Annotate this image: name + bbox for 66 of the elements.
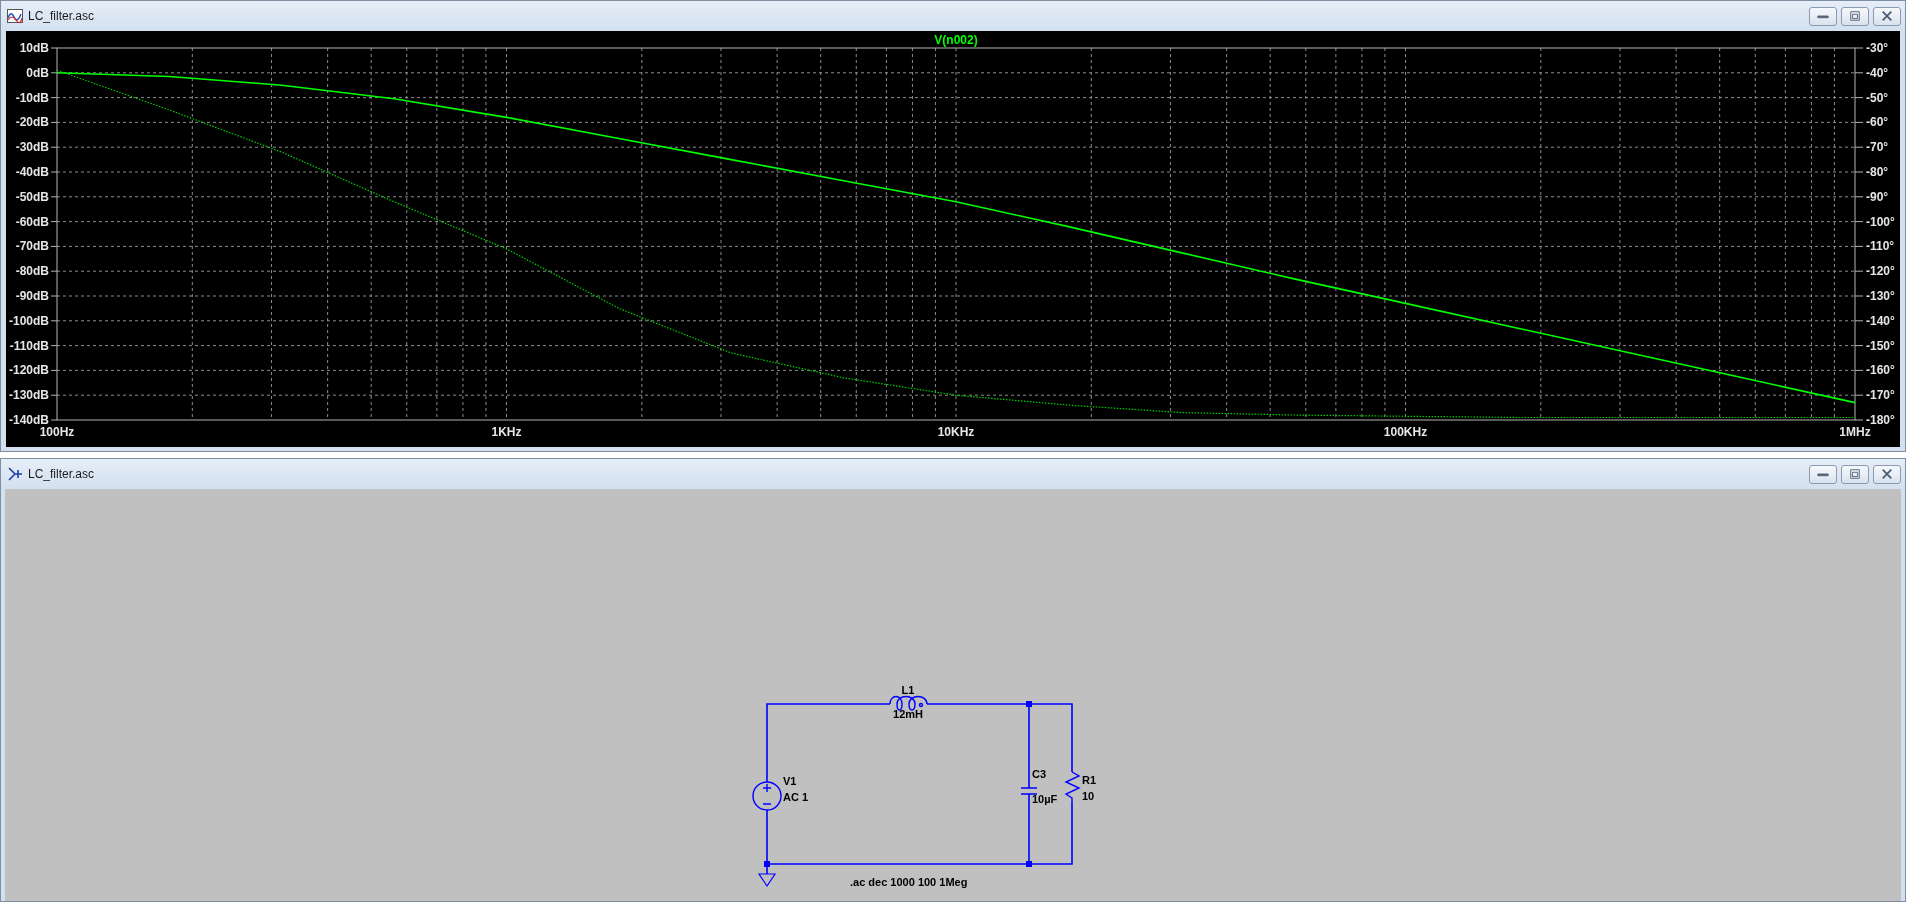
minimize-button[interactable] xyxy=(1809,6,1837,26)
y-axis-label: -50dB xyxy=(15,189,49,204)
component-name: R1 xyxy=(1082,774,1097,786)
y-axis-label: -130dB xyxy=(9,388,49,403)
spice-directive: .ac dec 1000 100 1Meg xyxy=(850,876,968,888)
phase-axis-label: -160° xyxy=(1866,363,1895,378)
y-axis-label: -80dB xyxy=(15,264,49,279)
trace-label: V(n002) xyxy=(934,33,978,47)
restore-icon xyxy=(1848,468,1862,480)
y-axis-label: -90dB xyxy=(15,289,49,303)
phase-axis-label: -70° xyxy=(1866,140,1889,155)
phase-axis-label: -60° xyxy=(1866,115,1889,130)
y-axis-label: -100dB xyxy=(9,313,49,328)
phase-axis-label: -80° xyxy=(1866,165,1889,179)
y-axis-label: -120dB xyxy=(9,363,49,378)
x-axis-label: 100Hz xyxy=(39,425,75,439)
window-title: LC_filter.asc xyxy=(28,466,95,483)
y-axis-label: -140dB xyxy=(9,413,49,427)
phase-axis-label: -150° xyxy=(1866,338,1895,353)
x-axis-label: 10KHz xyxy=(937,425,975,439)
restore-icon xyxy=(1848,10,1862,22)
y-axis-label: -40dB xyxy=(15,165,49,179)
inductor-symbol xyxy=(889,695,928,711)
y-axis-label: -10dB xyxy=(15,90,49,105)
phase-axis-label: -30° xyxy=(1866,41,1889,55)
phase-axis-label: -140° xyxy=(1866,313,1895,328)
phase-axis-label: -120° xyxy=(1866,264,1895,279)
component-name: V1 xyxy=(783,775,797,787)
phase-axis-label: -40° xyxy=(1866,65,1889,80)
component-value: 10µF xyxy=(1032,793,1058,805)
phase-axis-label: -170° xyxy=(1866,388,1895,403)
voltage-source-symbol xyxy=(752,781,782,811)
close-icon xyxy=(1880,10,1894,22)
y-axis-label: -60dB xyxy=(15,214,49,229)
phase-axis-label: -110° xyxy=(1866,239,1895,254)
ground-symbol xyxy=(757,873,777,888)
resistor-symbol xyxy=(1064,771,1081,803)
phase-axis-label: -50° xyxy=(1866,90,1889,105)
capacitor-symbol xyxy=(1020,787,1038,795)
y-axis-label: -110dB xyxy=(9,338,49,353)
component-value: AC 1 xyxy=(783,791,809,803)
x-axis-label: 1KHz xyxy=(491,425,522,439)
close-icon xyxy=(1880,468,1894,480)
component-name: L1 xyxy=(901,684,915,696)
y-axis-label: -70dB xyxy=(15,239,49,254)
x-axis-label: 1MHz xyxy=(1839,425,1871,439)
phase-axis-label: -180° xyxy=(1866,413,1895,427)
phase-axis-label: -100° xyxy=(1866,214,1895,229)
phase-axis-label: -130° xyxy=(1866,289,1895,303)
close-button[interactable] xyxy=(1873,464,1901,484)
y-axis-label: -20dB xyxy=(15,115,49,130)
close-button[interactable] xyxy=(1873,6,1901,26)
schematic-icon xyxy=(7,466,23,482)
component-name: C3 xyxy=(1032,768,1047,780)
component-value: 10 xyxy=(1082,790,1095,802)
window-title: LC_filter.asc xyxy=(28,8,95,25)
component-value: 12mH xyxy=(893,708,923,720)
restore-button[interactable] xyxy=(1841,6,1869,26)
phase-axis-label: -90° xyxy=(1866,189,1889,204)
y-axis-label: 10dB xyxy=(19,41,49,55)
waveform-icon xyxy=(7,8,23,24)
restore-button[interactable] xyxy=(1841,464,1869,484)
minimize-button[interactable] xyxy=(1809,464,1837,484)
y-axis-label: -30dB xyxy=(15,140,49,155)
x-axis-label: 100KHz xyxy=(1383,425,1428,439)
y-axis-label: 0dB xyxy=(26,65,49,80)
